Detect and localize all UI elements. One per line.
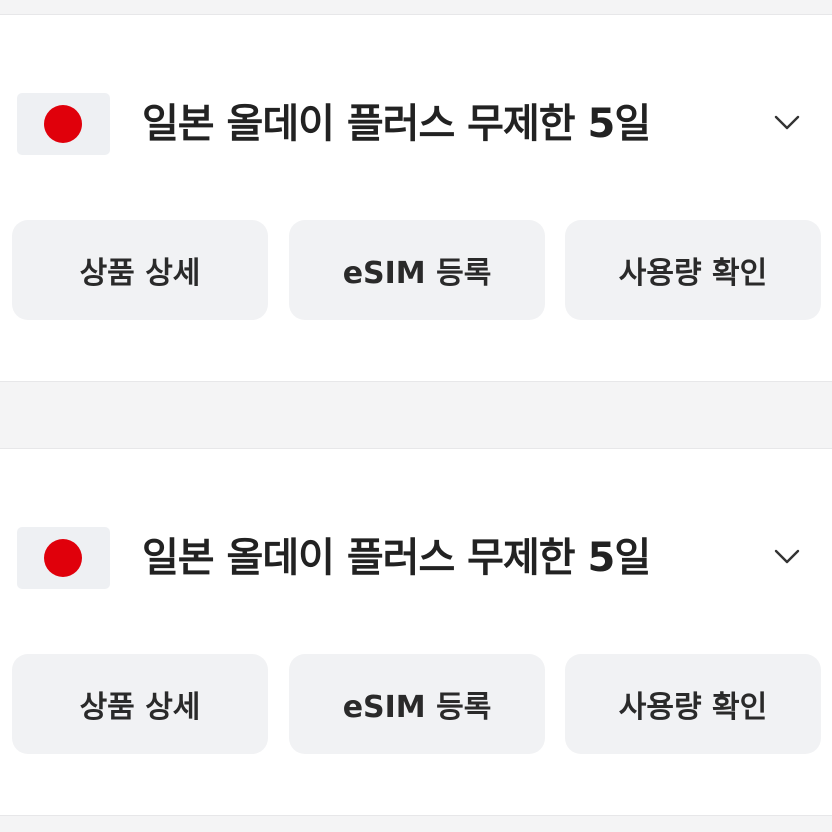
- japan-flag-icon: [17, 527, 110, 589]
- product-card-header[interactable]: 일본 올데이 플러스 무제한 5일: [0, 15, 832, 215]
- usage-check-button[interactable]: 사용량 확인: [565, 220, 821, 320]
- flag-circle: [44, 105, 82, 143]
- esim-register-button[interactable]: eSIM 등록: [289, 220, 545, 320]
- product-title: 일본 올데이 플러스 무제한 5일: [142, 535, 651, 581]
- product-card-header[interactable]: 일본 올데이 플러스 무제한 5일: [0, 449, 832, 649]
- product-detail-button[interactable]: 상품 상세: [12, 220, 268, 320]
- top-spacer: [0, 0, 832, 14]
- esim-product-card: 일본 올데이 플러스 무제한 5일 상품 상세 eSIM 등록 사용량 확인: [0, 14, 832, 382]
- esim-list-page: 일본 올데이 플러스 무제한 5일 상품 상세 eSIM 등록 사용량 확인 일…: [0, 0, 832, 832]
- product-title: 일본 올데이 플러스 무제한 5일: [142, 101, 651, 147]
- chevron-down-icon[interactable]: [770, 541, 804, 571]
- flag-circle: [44, 539, 82, 577]
- esim-product-card: 일본 올데이 플러스 무제한 5일 상품 상세 eSIM 등록 사용량 확인: [0, 448, 832, 816]
- esim-register-button[interactable]: eSIM 등록: [289, 654, 545, 754]
- chevron-down-icon[interactable]: [770, 107, 804, 137]
- product-detail-button[interactable]: 상품 상세: [12, 654, 268, 754]
- usage-check-button[interactable]: 사용량 확인: [565, 654, 821, 754]
- japan-flag-icon: [17, 93, 110, 155]
